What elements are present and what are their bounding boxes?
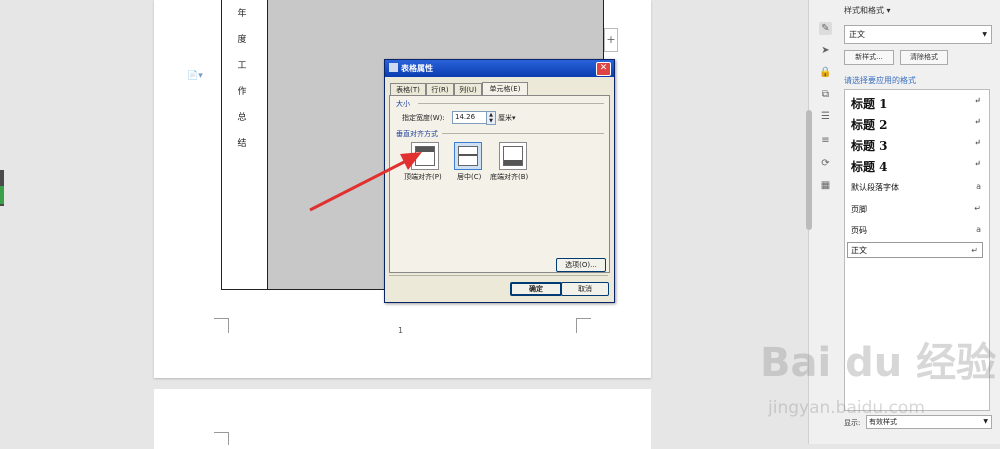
close-icon[interactable]: ✕ [596,62,611,76]
scrollbar[interactable] [806,110,812,230]
align-center-icon [458,146,478,166]
paragraph-mark-icon: ↵ [974,158,981,168]
table-border-mid [267,0,268,289]
show-filter-value: 有效样式 [869,418,897,426]
history-icon[interactable]: ⟳ [819,157,832,170]
red-arrow-annotation [309,152,422,212]
document-icon[interactable]: 📄▾ [187,71,203,81]
title-char: 度 [237,35,247,45]
tab-cell[interactable]: 单元格(E) [482,82,528,96]
title-char: 结 [237,139,247,149]
align-bottom-icon [503,146,523,166]
char-style-icon: a [976,182,981,191]
style-item-heading-2[interactable]: 标题 2 ↵ [851,116,985,133]
valign-bottom-label: 底端对齐(B) [490,173,529,181]
style-name: 页码 [851,226,867,235]
char-style-icon: a [976,225,981,234]
clear-format-button[interactable]: 清除格式 [900,50,948,65]
crop-mark-icon [576,318,591,333]
valign-group-label: 垂直对齐方式 [396,130,438,138]
adjust-icon[interactable]: ≡ [819,134,832,147]
baidu-watermark-url: jingyan.baidu.com [768,398,925,418]
baidu-watermark-logo: Bai du 经验 [760,340,997,386]
dialog-titlebar[interactable]: 表格属性 [385,60,614,77]
dialog-app-icon [389,63,398,72]
width-label: 指定宽度(W): [402,114,445,122]
page-number: 1 [398,326,404,335]
title-char: 年 [237,9,247,19]
left-edge-tab-green [0,186,4,204]
style-name: 页脚 [851,205,867,214]
style-item-page-number[interactable]: 页码 a [851,225,985,236]
grid-icon[interactable]: ▦ [819,179,832,192]
style-item-heading-4[interactable]: 标题 4 ↵ [851,158,985,175]
valign-bottom-option[interactable] [499,142,527,170]
title-char: 总 [237,113,247,123]
show-label: 显示: [844,419,861,427]
divider [389,275,608,276]
chevron-down-icon: ▼ [983,418,988,425]
crop-mark-icon [214,432,229,445]
list-icon[interactable]: ☰ [819,110,832,123]
paragraph-mark-icon: ↵ [974,137,981,147]
style-name: 标题 4 [851,160,888,174]
size-group-label: 大小 [396,100,410,108]
style-name: 正文 [851,246,867,255]
lock-icon[interactable]: 🔒 [819,66,832,79]
chevron-down-icon: ▼ [982,31,987,38]
unit-select[interactable]: 厘米▾ [498,113,516,123]
arrow-shaft [309,158,409,212]
style-item-footer[interactable]: 页脚 ↵ [851,204,985,215]
paragraph-mark-icon: ↵ [971,246,978,255]
style-item-body[interactable]: 正文 ↵ [847,242,983,258]
pen-icon[interactable]: ✎ [819,22,832,35]
table-border-left [221,0,222,289]
divider [418,103,604,104]
style-item-heading-1[interactable]: 标题 1 ↵ [851,95,985,112]
valign-center-label: 居中(C) [457,173,482,181]
title-char: 作 [237,87,247,97]
style-name: 标题 2 [851,118,888,132]
ok-button[interactable]: 确定 [510,282,562,296]
style-item-heading-3[interactable]: 标题 3 ↵ [851,137,985,154]
cancel-button[interactable]: 取消 [561,282,609,296]
current-style-select[interactable]: 正文 ▼ [844,25,992,44]
style-item-default-font[interactable]: 默认段落字体 a [851,182,985,193]
new-style-button[interactable]: 新样式... [844,50,894,65]
panel-title[interactable]: 样式和格式 ▾ [844,5,891,16]
width-input[interactable]: 14.26 [452,111,488,124]
dialog-title: 表格属性 [401,64,433,73]
current-style-value: 正文 [849,30,865,39]
style-name: 标题 3 [851,139,888,153]
cursor-icon[interactable]: ➤ [819,44,832,57]
choose-style-label: 请选择要应用的格式 [844,76,916,85]
style-name: 标题 1 [851,97,888,111]
shapes-icon[interactable]: ⧉ [819,88,832,101]
paragraph-mark-icon: ↵ [974,116,981,126]
title-char: 工 [237,61,247,71]
paragraph-mark-icon: ↵ [974,204,981,213]
add-column-button[interactable]: + [604,28,618,52]
crop-mark-icon [214,318,229,333]
paragraph-mark-icon: ↵ [974,95,981,105]
width-spinner[interactable]: ▲ ▼ [486,111,496,125]
valign-center-option[interactable] [454,142,482,170]
options-button[interactable]: 选项(O)... [556,258,606,272]
style-name: 默认段落字体 [851,183,899,192]
divider [442,133,604,134]
